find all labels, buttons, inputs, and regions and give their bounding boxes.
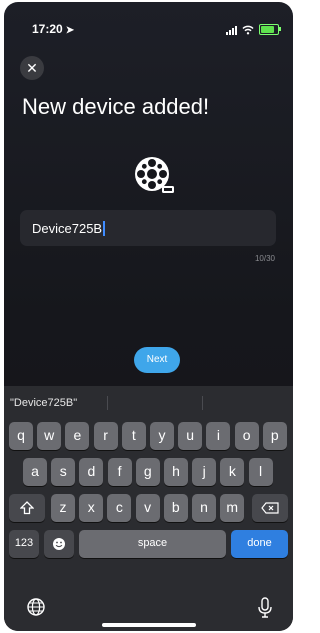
status-icons [226, 24, 281, 35]
page-title: New device added! [22, 94, 210, 119]
key-w[interactable]: w [37, 422, 62, 450]
key-d[interactable]: d [79, 458, 104, 486]
emoji-icon [53, 538, 65, 551]
backspace-icon [261, 502, 279, 514]
key-f[interactable]: f [107, 458, 132, 486]
key-k[interactable]: k [220, 458, 245, 486]
device-name-text: Device725B [32, 221, 103, 236]
battery-fill [261, 26, 274, 33]
next-button[interactable]: Next [134, 347, 180, 373]
text-caret [103, 221, 106, 236]
key-r[interactable]: r [93, 422, 118, 450]
signal-icon [226, 25, 237, 35]
status-time: 17:20 ➤ [32, 22, 74, 36]
device-name-value: Device725B [32, 221, 106, 236]
key-o[interactable]: o [234, 422, 259, 450]
shift-icon [19, 501, 35, 515]
home-indicator [102, 623, 196, 627]
key-a[interactable]: a [23, 458, 47, 486]
clock-time: 17:20 [32, 22, 63, 36]
delete-key[interactable] [252, 494, 288, 522]
close-icon: ✕ [26, 60, 38, 76]
key-y[interactable]: y [150, 422, 174, 450]
divider [107, 396, 108, 410]
phone-screen: 17:20 ➤ ✕ New device added! Device725B 1… [4, 2, 293, 631]
key-v[interactable]: v [135, 494, 160, 522]
key-u[interactable]: u [178, 422, 203, 450]
space-key[interactable]: space [79, 530, 226, 558]
key-e[interactable]: e [65, 422, 90, 450]
film-reel-camera-icon [135, 157, 174, 193]
location-arrow-icon: ➤ [65, 25, 75, 36]
wifi-icon [242, 25, 254, 34]
microphone-icon[interactable] [257, 597, 273, 619]
suggestion-item[interactable]: "Device725B" [10, 397, 77, 409]
close-button[interactable]: ✕ [20, 56, 44, 80]
key-g[interactable]: g [135, 458, 160, 486]
device-name-input[interactable]: Device725B [20, 210, 276, 246]
emoji-key[interactable] [44, 530, 74, 558]
key-s[interactable]: s [51, 458, 76, 486]
globe-icon[interactable] [26, 597, 46, 617]
key-n[interactable]: n [192, 494, 216, 522]
character-counter: 10/30 [254, 254, 275, 263]
shift-key[interactable] [9, 494, 45, 522]
key-h[interactable]: h [164, 458, 188, 486]
divider [202, 396, 203, 410]
key-l[interactable]: l [248, 458, 273, 486]
key-x[interactable]: x [79, 494, 104, 522]
key-p[interactable]: p [262, 422, 287, 450]
key-c[interactable]: c [107, 494, 132, 522]
key-j[interactable]: j [192, 458, 217, 486]
key-z[interactable]: z [51, 494, 75, 522]
numbers-key[interactable]: 123 [9, 530, 39, 558]
key-b[interactable]: b [163, 494, 188, 522]
suggestion-bar: "Device725B" [4, 386, 293, 420]
key-i[interactable]: i [206, 422, 231, 450]
key-m[interactable]: m [220, 494, 245, 522]
battery-charging-icon [259, 24, 281, 35]
keyboard-bottom-bar [4, 591, 293, 631]
key-t[interactable]: t [121, 422, 146, 450]
key-q[interactable]: q [9, 422, 33, 450]
done-key[interactable]: done [231, 530, 288, 558]
keyboard: "Device725B" qwertyuiop asdfghjkl zxcvbn… [4, 386, 293, 631]
status-bar: 17:20 ➤ [4, 22, 293, 42]
